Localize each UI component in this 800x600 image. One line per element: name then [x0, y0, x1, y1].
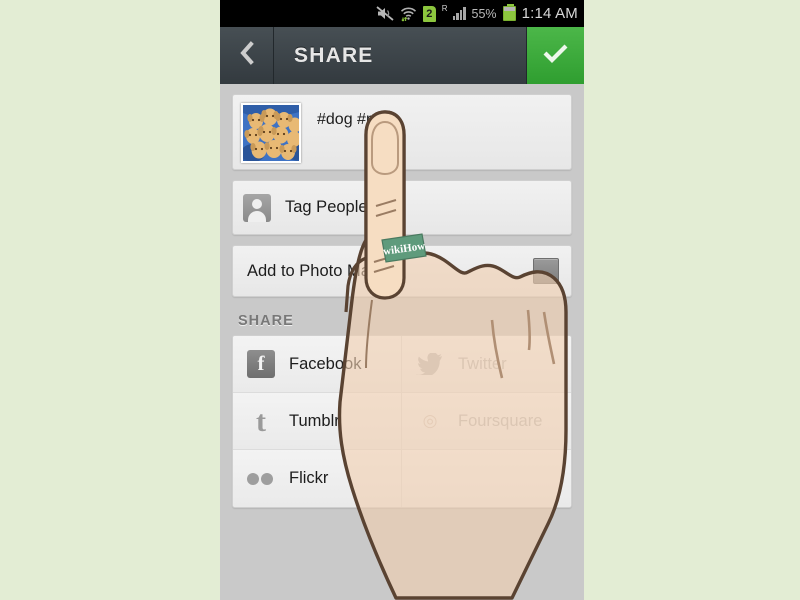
- caption-row[interactable]: #dog #pet: [232, 94, 572, 170]
- wifi-transfer-icon: [400, 6, 417, 22]
- photo-map-label: Add to Photo Map: [247, 261, 380, 280]
- roaming-indicator: R: [441, 4, 448, 13]
- chevron-left-icon: [238, 41, 255, 70]
- tag-people-label: Tag People: [285, 198, 368, 216]
- share-service-facebook[interactable]: f Facebook: [233, 336, 402, 393]
- twitter-icon: [416, 353, 444, 375]
- share-services-grid: f Facebook Twitter t Tumblr ◎ Foursquare: [232, 335, 572, 508]
- share-service-empty: [402, 450, 571, 507]
- share-service-label: Flickr: [289, 469, 329, 487]
- tag-people-row[interactable]: Tag People: [232, 180, 572, 235]
- share-service-label: Facebook: [289, 354, 362, 373]
- signal-bars-icon: [452, 7, 466, 20]
- back-button[interactable]: [220, 27, 274, 84]
- person-card-icon: [243, 193, 271, 222]
- tumblr-icon: t: [256, 405, 266, 438]
- share-service-label: Tumblr: [289, 411, 340, 430]
- share-service-label: Twitter: [458, 354, 507, 373]
- share-service-foursquare[interactable]: ◎ Foursquare: [402, 393, 571, 450]
- photo-thumbnail[interactable]: [241, 103, 301, 163]
- share-section-header: SHARE: [238, 313, 294, 329]
- caption-text[interactable]: #dog #pet: [317, 111, 388, 129]
- confirm-button[interactable]: [527, 27, 584, 84]
- page-title: SHARE: [294, 43, 374, 67]
- status-bar: 2 R 55% 1:14 AM: [220, 0, 584, 27]
- facebook-icon: f: [247, 350, 275, 378]
- flickr-icon: [247, 465, 275, 493]
- mute-icon: [376, 6, 394, 21]
- action-bar: SHARE: [220, 27, 584, 84]
- action-bar-title-area: SHARE: [274, 27, 527, 84]
- share-service-tumblr[interactable]: t Tumblr: [233, 393, 402, 450]
- share-service-twitter[interactable]: Twitter: [402, 336, 571, 393]
- battery-icon: [502, 4, 516, 21]
- clock-label: 1:14 AM: [521, 5, 578, 22]
- share-service-flickr[interactable]: Flickr: [233, 450, 402, 507]
- photo-map-toggle[interactable]: [533, 258, 559, 284]
- battery-percent-label: 55%: [471, 6, 497, 21]
- check-icon: [542, 42, 569, 69]
- share-content: #dog #pet Tag People Add to Photo Map SH…: [220, 84, 584, 600]
- sim-badge-icon: 2: [422, 5, 436, 22]
- photo-map-row[interactable]: Add to Photo Map: [232, 245, 572, 297]
- share-service-label: Foursquare: [458, 411, 543, 430]
- phone-screen: 2 R 55% 1:14 AM SHARE #dog #pet Tag Peop…: [220, 0, 584, 600]
- foursquare-icon: ◎: [422, 411, 438, 430]
